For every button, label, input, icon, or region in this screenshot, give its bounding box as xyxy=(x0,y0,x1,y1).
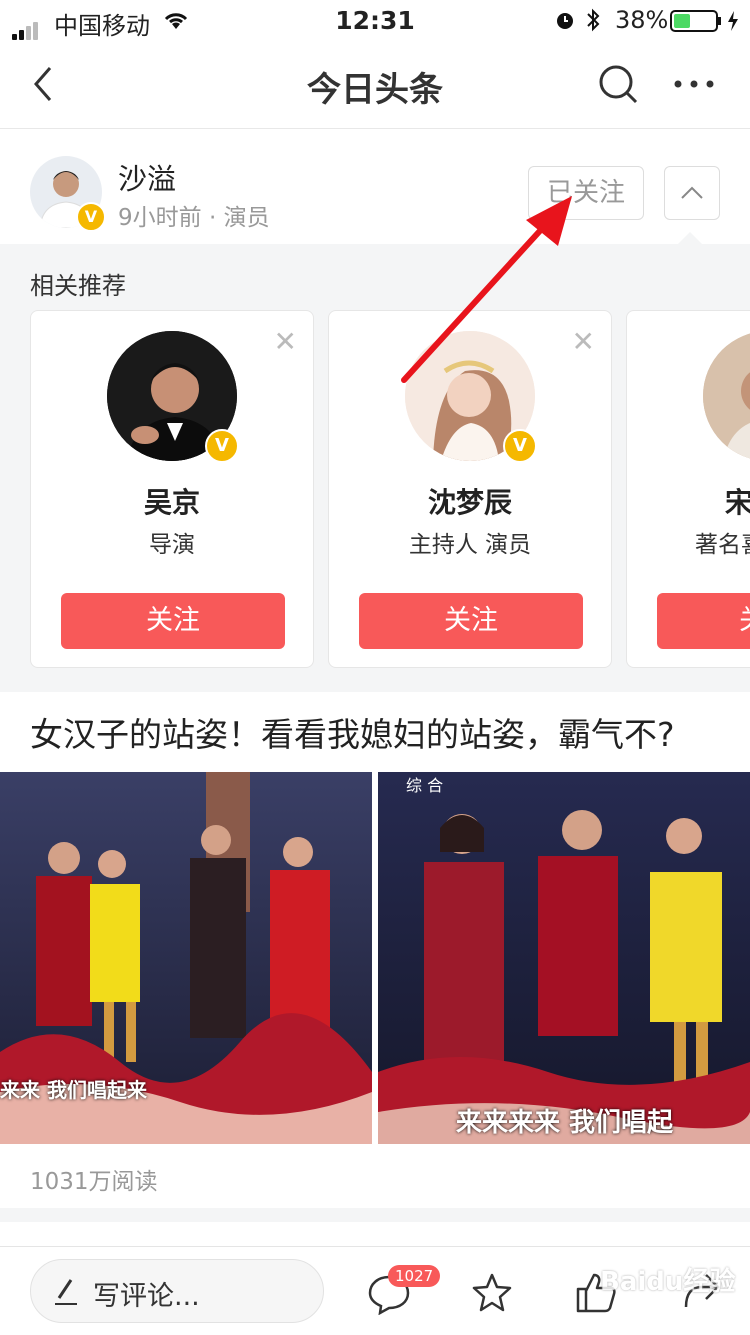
tv-logo: 综 合 xyxy=(406,776,444,795)
card-avatar[interactable] xyxy=(703,331,750,461)
more-icon[interactable] xyxy=(672,78,716,90)
status-bar: 中国移动 12:31 38% xyxy=(0,0,750,40)
card-name: 吴京 xyxy=(143,486,200,519)
verified-badge-icon: V xyxy=(205,429,239,463)
read-count: 1031万阅读 xyxy=(30,1169,158,1195)
article-image-left[interactable]: 来来 我们唱起来 xyxy=(0,772,372,1144)
card-name: 宋 xyxy=(725,481,750,521)
star-icon[interactable] xyxy=(470,1271,514,1315)
annotation-arrow-icon xyxy=(401,196,572,383)
nav-bar: 今日头条 xyxy=(0,40,750,129)
pen-icon xyxy=(55,1279,77,1305)
recommend-card[interactable]: 宋 著名喜 关 xyxy=(626,310,750,668)
article-headline[interactable]: 女汉子的站姿！看看我媳妇的站姿，霸气不? xyxy=(30,708,675,756)
bottom-bar: 写评论... 1027 Baidu经验 xyxy=(0,1246,750,1335)
close-icon[interactable]: ✕ xyxy=(274,325,297,358)
bluetooth-icon xyxy=(587,8,600,32)
battery-percent: 38% xyxy=(615,6,669,34)
battery-icon xyxy=(670,10,738,32)
related-recommendations: 相关推荐 ✕ V 吴京 导演 关注 ✕ V 沈梦辰 主持人 演员 关注 宋 著名… xyxy=(0,232,750,692)
card-name: 沈梦辰 xyxy=(427,486,512,519)
follow-button[interactable]: 关注 xyxy=(61,593,285,649)
section-title: 相关推荐 xyxy=(30,272,126,300)
recommend-card[interactable]: ✕ V 吴京 导演 关注 xyxy=(30,310,314,668)
author-row: V 沙溢 9小时前 · 演员 已关注 xyxy=(0,128,750,244)
comment-count-badge: 1027 xyxy=(388,1265,441,1287)
alarm-icon xyxy=(557,13,573,29)
comment-input[interactable]: 写评论... xyxy=(30,1259,324,1323)
card-role: 导演 xyxy=(149,532,195,558)
comment-placeholder: 写评论... xyxy=(93,1281,200,1312)
video-caption: 来来 我们唱起来 xyxy=(0,1078,147,1102)
divider xyxy=(0,1208,750,1222)
follow-button[interactable]: 关注 xyxy=(359,593,583,649)
verified-badge-icon: V xyxy=(503,429,537,463)
author-meta: 9小时前 · 演员 xyxy=(118,205,270,231)
search-icon[interactable] xyxy=(596,62,640,106)
article-image-right[interactable]: 综 合 来来来来 我们唱起 xyxy=(378,772,750,1144)
collapse-button[interactable] xyxy=(664,166,720,220)
verified-badge-icon: V xyxy=(76,202,106,232)
chevron-up-icon xyxy=(681,186,703,199)
watermark: Baidu经验 xyxy=(600,1267,736,1297)
follow-button[interactable]: 关 xyxy=(657,593,750,649)
author-name[interactable]: 沙溢 xyxy=(118,156,176,198)
card-role: 著名喜 xyxy=(695,532,750,558)
video-caption: 来来来来 我们唱起 xyxy=(456,1108,674,1138)
card-role: 主持人 演员 xyxy=(408,532,532,558)
pointer-notch-icon xyxy=(678,232,702,244)
